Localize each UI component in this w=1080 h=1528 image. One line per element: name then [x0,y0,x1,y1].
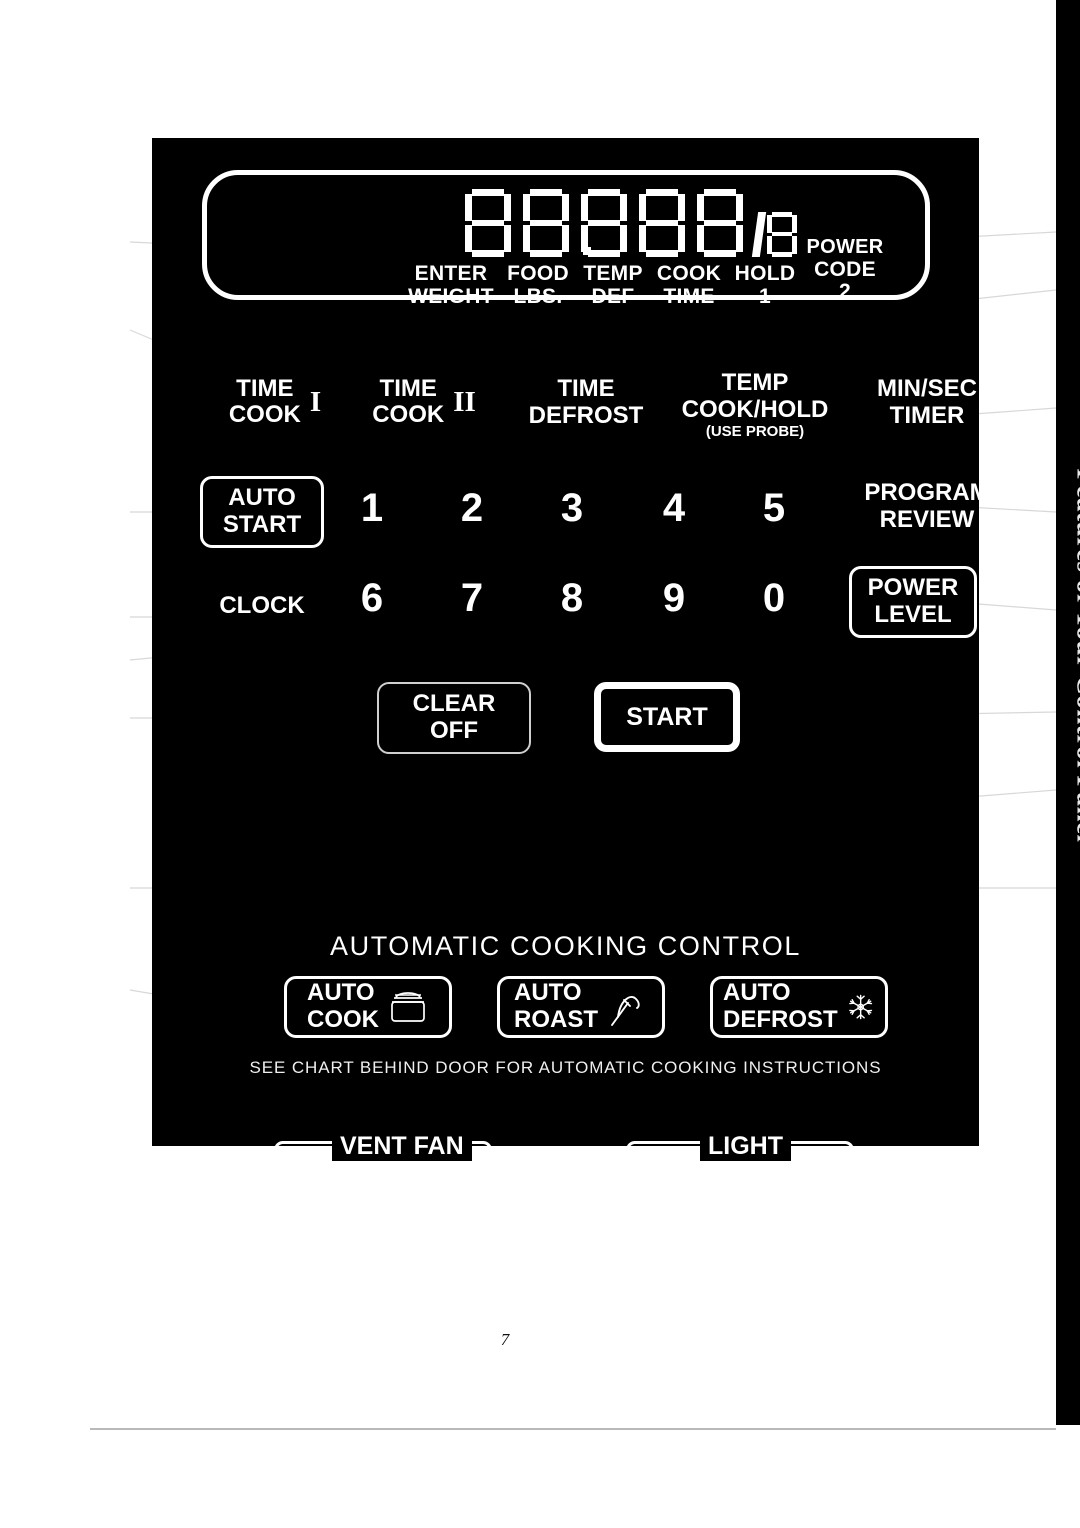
legend-hold-1: HOLD 1 [734,262,796,308]
auto-defrost-button[interactable]: AUTO DEFROST [710,976,888,1038]
power-code-digit-group [751,212,797,257]
auto-roast-button[interactable]: AUTO ROAST [497,976,665,1038]
clock-button[interactable]: CLOCK [200,592,324,620]
automatic-cooking-note: SEE CHART BEHIND DOOR FOR AUTOMATIC COOK… [249,1058,882,1077]
legend-food-lbs: FOOD LBS. [507,262,569,308]
auto-cook-button[interactable]: AUTO COOK [284,976,452,1038]
power-level-button[interactable]: POWER LEVEL [849,566,977,638]
digit-1 [465,189,511,257]
vent-fan-option-hi[interactable]: HI [274,1182,326,1211]
use-probe-note: (USE PROBE) [705,422,805,440]
light-label: LIGHT [700,1132,791,1161]
leading-one-segment [751,212,767,257]
footer-rule [90,1428,1056,1430]
light-option-night[interactable]: NIGHT [704,1182,790,1211]
roman-numeral-two: II [453,386,476,419]
function-time-cook-1[interactable]: TIME COOK I [200,375,350,429]
keypad-key-0[interactable]: 0 [744,576,804,621]
digit-6 [767,212,797,257]
automatic-cooking-control-title: AUTOMATIC COOKING CONTROL [329,931,802,961]
seven-segment-digits [465,189,797,257]
keypad-key-1[interactable]: 1 [342,486,402,531]
clear-off-button[interactable]: CLEAR OFF [377,682,531,754]
auto-start-button[interactable]: AUTO START [200,476,324,548]
page-number: 7 [500,1330,510,1349]
legend-power-code-2: POWER CODE 2 [806,236,884,304]
keypad-key-9[interactable]: 9 [644,576,704,621]
display-window: ENTER WEIGHT FOOD LBS. TEMP DEF COOK TIM… [202,170,930,307]
function-time-defrost[interactable]: TIME DEFROST [504,375,668,430]
decimal-point [583,247,591,255]
start-button[interactable]: START [594,682,740,752]
digit-3 [581,189,627,257]
light-option-off[interactable]: OFF [800,1182,862,1211]
chapter-side-tab-text: Features of Your Control Panel [1071,468,1080,843]
keypad-key-6[interactable]: 6 [342,576,402,621]
roast-probe-icon [611,996,640,1026]
keypad-key-2[interactable]: 2 [442,486,502,531]
program-review-button[interactable]: PROGRAM REVIEW [842,479,1012,534]
digit-4 [639,189,685,257]
legend-enter-weight: ENTER WEIGHT [408,262,494,308]
covered-dish-icon [391,992,425,1022]
vent-fan-label: VENT FAN [332,1132,472,1161]
legend-temp-def: TEMP DEF [583,262,643,308]
microwave-control-panel: ENTER WEIGHT FOOD LBS. TEMP DEF COOK TIM… [152,138,990,1210]
keypad-key-8[interactable]: 8 [542,576,602,621]
vent-fan-option-lo[interactable]: LO [352,1182,404,1211]
function-min-sec-timer[interactable]: MIN/SEC TIMER [852,375,1002,430]
vent-fan-option-off[interactable]: OFF [430,1182,492,1211]
keypad-key-5[interactable]: 5 [744,486,804,531]
light-option-on[interactable]: ON [626,1182,684,1211]
digit-2 [523,189,569,257]
function-time-cook-2[interactable]: TIME COOK II [344,375,504,429]
keypad-key-7[interactable]: 7 [442,576,502,621]
chapter-side-tab: Features of Your Control Panel [1056,0,1080,1425]
keypad-key-3[interactable]: 3 [542,486,602,531]
roman-numeral-one: I [309,386,322,419]
digit-5 [697,189,743,257]
legend-cook-time: COOK TIME [656,262,722,308]
keypad-key-4[interactable]: 4 [644,486,704,531]
function-temp-cook-hold[interactable]: TEMP COOK/HOLD (USE PROBE) [652,369,858,441]
snowflake-icon [848,994,872,1020]
